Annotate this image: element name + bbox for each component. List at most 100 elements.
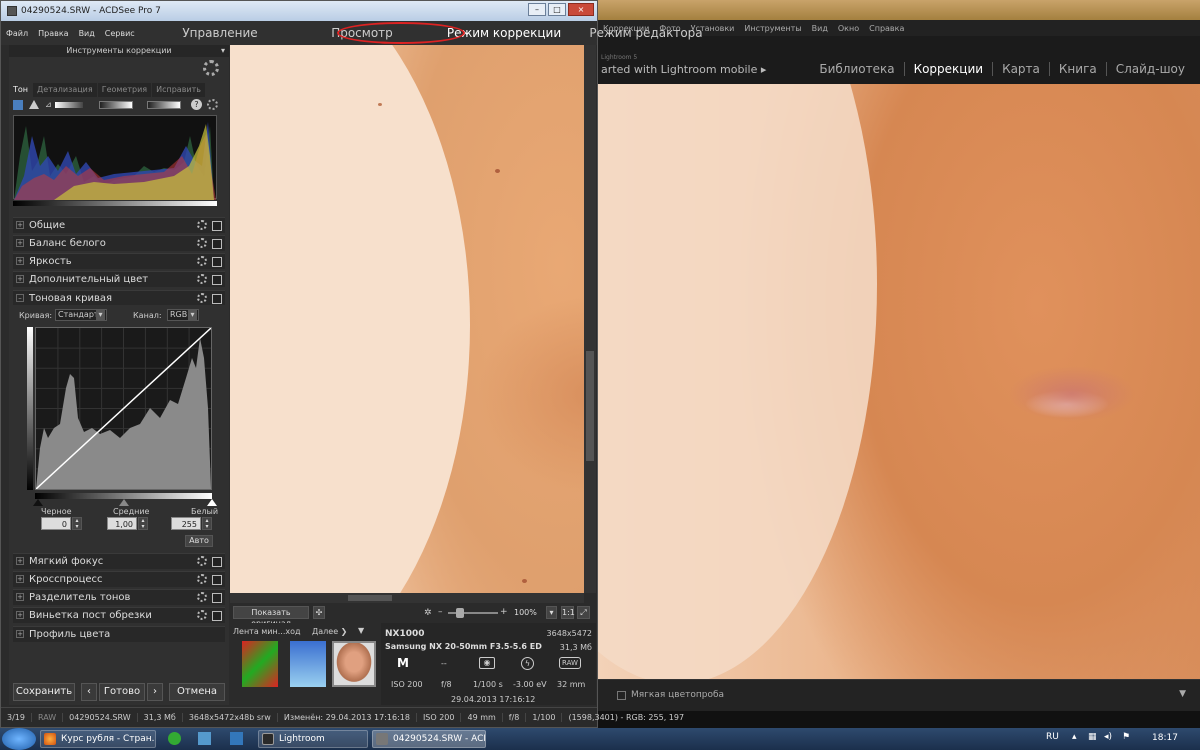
app-shortcut-icon[interactable] — [230, 732, 243, 745]
settings-gear-icon[interactable] — [203, 60, 219, 79]
expand-icon[interactable]: + — [16, 275, 24, 283]
filmstrip-thumbnail[interactable] — [242, 641, 278, 687]
panel-menu-icon[interactable]: ▾ — [221, 45, 225, 57]
section-tone-curve[interactable]: – Тоновая кривая — [13, 290, 225, 306]
tone-curve-editor[interactable] — [35, 327, 212, 490]
section-advanced-color[interactable]: + Дополнительный цвет — [13, 271, 225, 287]
close-button[interactable]: × — [568, 3, 594, 16]
clock[interactable]: 18:17 — [1152, 733, 1178, 743]
gear-icon[interactable] — [197, 574, 207, 584]
gear-icon[interactable] — [197, 238, 207, 248]
zoom-out-icon[interactable]: – — [438, 607, 443, 617]
section-checkbox[interactable] — [212, 557, 222, 567]
network-icon[interactable]: ▦ — [1088, 732, 1097, 742]
collapse-icon[interactable]: – — [16, 294, 24, 302]
gear-icon[interactable] — [197, 592, 207, 602]
lr-module-develop[interactable]: Коррекции — [903, 62, 993, 76]
section-split-tone[interactable]: + Разделитель тонов — [13, 589, 225, 605]
flag-icon[interactable]: ⚑ — [1122, 732, 1130, 742]
expand-icon[interactable]: + — [16, 593, 24, 601]
section-checkbox[interactable] — [212, 257, 222, 267]
curve-select[interactable]: Стандарт ▾ — [55, 309, 107, 321]
show-hidden-icons[interactable]: ▴ — [1072, 732, 1077, 742]
gear-icon[interactable] — [197, 610, 207, 620]
show-original-button[interactable]: Показать оригинал — [233, 606, 309, 628]
section-post-crop-vignette[interactable]: + Виньетка пост обрезки — [13, 607, 225, 623]
expand-icon[interactable]: + — [16, 239, 24, 247]
zoom-in-icon[interactable]: + — [500, 607, 508, 617]
expand-icon[interactable]: + — [16, 575, 24, 583]
gear-icon[interactable] — [197, 293, 207, 303]
filmstrip-next-link[interactable]: Далее ❯ — [312, 627, 347, 636]
taskbar-item-browser[interactable]: Курс рубля - Стран... — [40, 730, 156, 748]
compare-icon[interactable]: ✣ — [313, 606, 325, 619]
tab-geometry[interactable]: Геометрия — [97, 83, 152, 97]
midtone-handle[interactable] — [119, 499, 129, 506]
actual-size-icon[interactable]: 1:1 — [561, 606, 575, 619]
section-checkbox[interactable] — [212, 294, 222, 304]
level-slider-icon[interactable] — [55, 102, 83, 108]
horizontal-scrollbar[interactable] — [230, 593, 584, 603]
expand-icon[interactable]: + — [16, 257, 24, 265]
white-point-handle[interactable] — [207, 499, 217, 506]
section-checkbox[interactable] — [212, 239, 222, 249]
section-checkbox[interactable] — [212, 575, 222, 585]
taskbar-item-acdsee[interactable]: 04290524.SRW - ACD... — [372, 730, 486, 748]
menu-tools[interactable]: Сервис — [100, 29, 140, 38]
zoom-fit-icon[interactable]: ✲ — [424, 608, 432, 618]
section-soft-focus[interactable]: + Мягкий фокус — [13, 553, 225, 569]
auto-button[interactable]: Авто — [185, 535, 213, 547]
lr-module-map[interactable]: Карта — [992, 62, 1049, 76]
save-button[interactable]: Сохранить — [13, 683, 75, 701]
channel-select[interactable]: RGB ▾ — [167, 309, 199, 321]
tab-repair[interactable]: Исправить — [152, 83, 205, 97]
lightroom-titlebar[interactable] — [597, 0, 1200, 20]
section-color-profile[interactable]: + Профиль цвета — [13, 626, 225, 642]
gradient-preview-icon[interactable] — [147, 101, 181, 109]
section-checkbox[interactable] — [212, 221, 222, 231]
shadow-clip-icon[interactable]: ⊿ — [45, 100, 52, 109]
done-button[interactable]: Готово — [99, 683, 145, 701]
clipping-warning-icon[interactable] — [29, 100, 39, 109]
lr-module-book[interactable]: Книга — [1048, 62, 1106, 76]
expand-icon[interactable]: + — [16, 630, 24, 638]
menu-file[interactable]: Файл — [1, 29, 33, 38]
black-point-handle[interactable] — [33, 499, 43, 506]
app-shortcut-icon[interactable] — [198, 732, 211, 745]
start-button[interactable] — [2, 728, 36, 750]
menu-view[interactable]: Вид — [74, 29, 100, 38]
filmstrip-thumbnail[interactable] — [290, 641, 326, 687]
lr-module-library[interactable]: Библиотека — [810, 62, 903, 76]
acdsee-titlebar[interactable]: 04290524.SRW - ACDSee Pro 7 – □ × — [1, 1, 597, 21]
gear-icon[interactable] — [207, 99, 218, 113]
lr-photo-preview[interactable] — [597, 84, 1200, 679]
white-value-input[interactable]: 255 — [171, 517, 201, 530]
expand-icon[interactable]: + — [16, 611, 24, 619]
section-checkbox[interactable] — [212, 593, 222, 603]
cancel-button[interactable]: Отмена — [169, 683, 225, 701]
section-checkbox[interactable] — [212, 275, 222, 285]
lr-menu-item[interactable]: Инструменты — [744, 24, 801, 33]
gear-icon[interactable] — [197, 220, 207, 230]
image-preview[interactable] — [230, 45, 584, 593]
zoom-dropdown-icon[interactable]: ▾ — [546, 606, 557, 619]
filmstrip-thumbnail-selected[interactable] — [332, 641, 376, 687]
vertical-scrollbar[interactable] — [584, 45, 596, 593]
histogram-icon[interactable] — [13, 100, 23, 110]
expand-icon[interactable]: + — [16, 221, 24, 229]
prev-button[interactable]: ‹ — [81, 683, 97, 701]
section-cross-process[interactable]: + Кросспроцесс — [13, 571, 225, 587]
maximize-button[interactable]: □ — [548, 3, 566, 16]
midtones-value-input[interactable]: 1,00 — [107, 517, 137, 530]
volume-icon[interactable]: ◂) — [1104, 732, 1112, 742]
expand-icon[interactable]: + — [16, 557, 24, 565]
section-white-balance[interactable]: + Баланс белого — [13, 235, 225, 251]
utorrent-icon[interactable] — [168, 732, 181, 745]
midtones-stepper[interactable]: ▴ ▾ — [138, 517, 148, 530]
black-stepper[interactable]: ▴ ▾ — [72, 517, 82, 530]
minimize-button[interactable]: – — [528, 3, 546, 16]
fit-screen-icon[interactable]: ⤢ — [577, 606, 590, 619]
tab-tone[interactable]: Тон — [9, 83, 33, 97]
black-value-input[interactable]: 0 — [41, 517, 71, 530]
section-brightness[interactable]: + Яркость — [13, 253, 225, 269]
